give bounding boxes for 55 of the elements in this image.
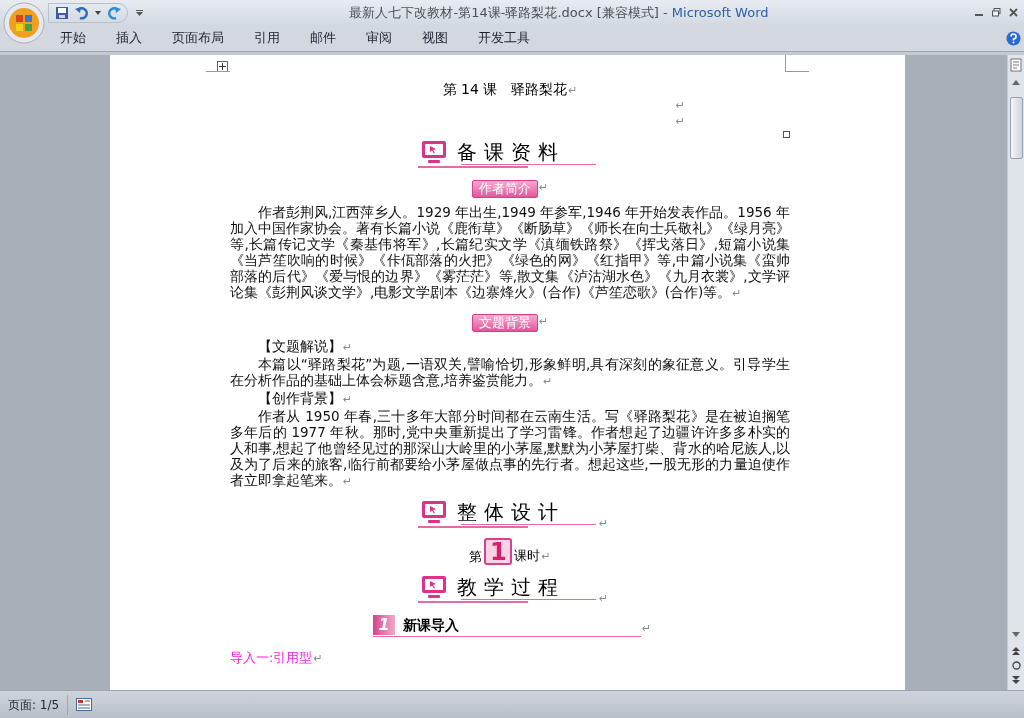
- body-paragraph: 作者彭荆风,江西萍乡人。1929 年出生,1949 年参军,1946 年开始发表作品。1956 年加入中国作家协会。著有长篇小说《鹿衔草》《断肠草》《师长在向士兵敬礼》《绿月亮》等,长篇传记文学《秦基伟将军》,长篇纪实文学《滇缅铁路祭》《挥戈落日》,短篇小说集《当芦笙吹响的时候》《佧佤部落的火把》《绿色的网》《红指甲》等,中篇小说集《蛮帅部落的后代》《爱与恨的边界》《雾茫茫》等,散文集《泸沽湖水色》《九月衣裳》,文学评论集《彭荆风谈文学》,电影文学剧本《边寨烽火》(合作)《芦笙恋歌》(合作)等。↵: [230, 204, 790, 302]
- step-number: 1: [373, 615, 395, 635]
- body-paragraph: 作者从 1950 年春,三十多年大部分时间都在云南生活。写《驿路梨花》是在被迫搁笔多年后的 1977 年秋。那时,党中央重新提出了学习雷锋。作者想起了边疆许许多多朴实的人和事,想起了他曾经见过的那深山大岭里的小茅屋,默默为小茅屋打柴、背水的哈尼族人,以及为了后来的旅客,临行前都要给小茅屋做点事的先行者。想起这些,一股无形的力量迫使作者立即拿起笔来。↵: [230, 408, 790, 490]
- office-button-icon[interactable]: [3, 2, 45, 44]
- lesson-title: 第 14 课 驿路梨花↵: [442, 80, 578, 98]
- paragraph-mark: ↵: [599, 515, 609, 532]
- customize-icon[interactable]: [136, 9, 143, 16]
- window-title: 最新人七下改教材-第14课-驿路梨花.docx [兼容模式]: [349, 3, 659, 22]
- ribbon-tab[interactable]: 视图: [414, 27, 456, 49]
- redo-icon[interactable]: [107, 5, 121, 20]
- help-icon[interactable]: [1006, 30, 1021, 46]
- ribbon-tab[interactable]: 引用: [246, 27, 288, 49]
- paragraph-mark: ↵: [599, 590, 609, 607]
- section-label: 文题背景: [471, 314, 538, 332]
- section-heading: 教学过程: [457, 575, 565, 599]
- ribbon-tab[interactable]: 插入: [108, 27, 150, 49]
- save-icon[interactable]: [55, 5, 69, 20]
- resize-handle-icon[interactable]: [783, 131, 790, 138]
- restore-icon[interactable]: [992, 8, 1001, 17]
- body-paragraph: 【创作背景】↵: [257, 390, 354, 408]
- page-count: 页面: 1/5: [0, 694, 69, 715]
- lead-heading: 导入一:引用型↵: [230, 650, 323, 665]
- section-heading: 整体设计: [457, 500, 565, 524]
- ribbon-tab[interactable]: 邮件: [302, 27, 344, 49]
- paragraph-mark: ↵: [675, 98, 685, 114]
- ribbon-tab[interactable]: 审阅: [358, 27, 400, 49]
- section-heading: 备课资料: [457, 140, 565, 164]
- proofing-icon[interactable]: [76, 698, 93, 711]
- ribbon-tab[interactable]: 页面布局: [164, 27, 232, 49]
- ruler-icon[interactable]: [1010, 58, 1022, 72]
- dropdown-icon[interactable]: [95, 10, 101, 15]
- lesson-prefix: 第: [469, 549, 483, 565]
- ribbon-tab[interactable]: 开发工具: [470, 27, 538, 49]
- section-label: 作者简介: [471, 180, 538, 198]
- body-paragraph: 【文题解说】↵: [257, 338, 354, 356]
- browse-object-icon[interactable]: [1011, 661, 1021, 670]
- lesson-number: 1: [484, 538, 513, 565]
- next-page-icon[interactable]: [1012, 676, 1020, 684]
- monitor-icon: [421, 575, 447, 599]
- scroll-up-icon[interactable]: [1012, 80, 1020, 85]
- ribbon-tab[interactable]: 开始: [52, 27, 94, 49]
- paragraph-mark: ↵: [675, 114, 685, 130]
- close-icon[interactable]: [1009, 8, 1018, 17]
- scroll-thumb[interactable]: [1009, 97, 1023, 159]
- scroll-down-icon[interactable]: [1012, 632, 1020, 637]
- document-page: 第 14 课 驿路梨花↵ ↵ ↵ 备课资料 作者简介 ↵ 作者彭荆风,江西萍乡人。1929 年出生,1949 年参军,1946 年开始发表作品。1956 年加入中国作家协会。著有长篇小说《鹿衔草》《断肠草》《师长在向士兵敬礼》《绿月亮》等,长篇传记文学《秦基伟将军》,长篇纪实文学《滇缅铁路祭》《挥戈落日》,短篇小说集《当芦笙吹响的时候》《佧佤部落的火把》《绿色的网》《红指甲》等,中篇小说集《蛮帅部落的后代》《爱与恨的边界》《雾茫茫》等,散文集《泸沽湖水色》《九月衣裳》,文学评论集《彭荆风谈文学》,电影文学剧本《边寨烽火》(合作)《芦笙恋歌》(合作)等。↵ 文题背景 ↵ 【文题解说】↵ 本篇以“驿路梨花”为题,一语双关,譬喻恰切,形象鲜明,具有深刻的象征意义。引导学生在分析作品的基础上体会标题含意,培养鉴赏能力。↵ 【创作背景】↵ 作者从 1950 年春,三十多年大部分时间都在云南生活。写《驿路梨花》是在被迫搁笔多年后的 1977 年秋。那时,党中央重新提出了学习雷锋。作者想起了边疆许许多多朴实的人和事,想起了他曾经见过的那深山大岭里的小茅屋,默默为小茅屋打柴、背水的哈尼族人,以及为了后来的旅客,临行前都要给小茅屋做点事的先行者。想起这些,一股无形的力量迫使作者立即拿起笔来。↵ 整体设计 ↵ 第 1 课时↵ 教学过程 ↵ 1 新课导入 ↵ 导入一:引用型↵: [110, 55, 905, 690]
- undo-icon[interactable]: [75, 5, 89, 20]
- step-heading: 新课导入: [403, 616, 459, 634]
- lesson-suffix: 课时↵: [514, 548, 551, 565]
- table-move-handle-icon[interactable]: [217, 61, 228, 72]
- monitor-icon: [421, 500, 447, 524]
- app-name: - Microsoft Word: [662, 3, 769, 22]
- body-paragraph: 本篇以“驿路梨花”为题,一语双关,譬喻恰切,形象鲜明,具有深刻的象征意义。引导学生在分析作品的基础上体会标题含意,培养鉴赏能力。↵: [230, 356, 790, 390]
- previous-page-icon[interactable]: [1012, 647, 1020, 655]
- monitor-icon: [421, 140, 447, 164]
